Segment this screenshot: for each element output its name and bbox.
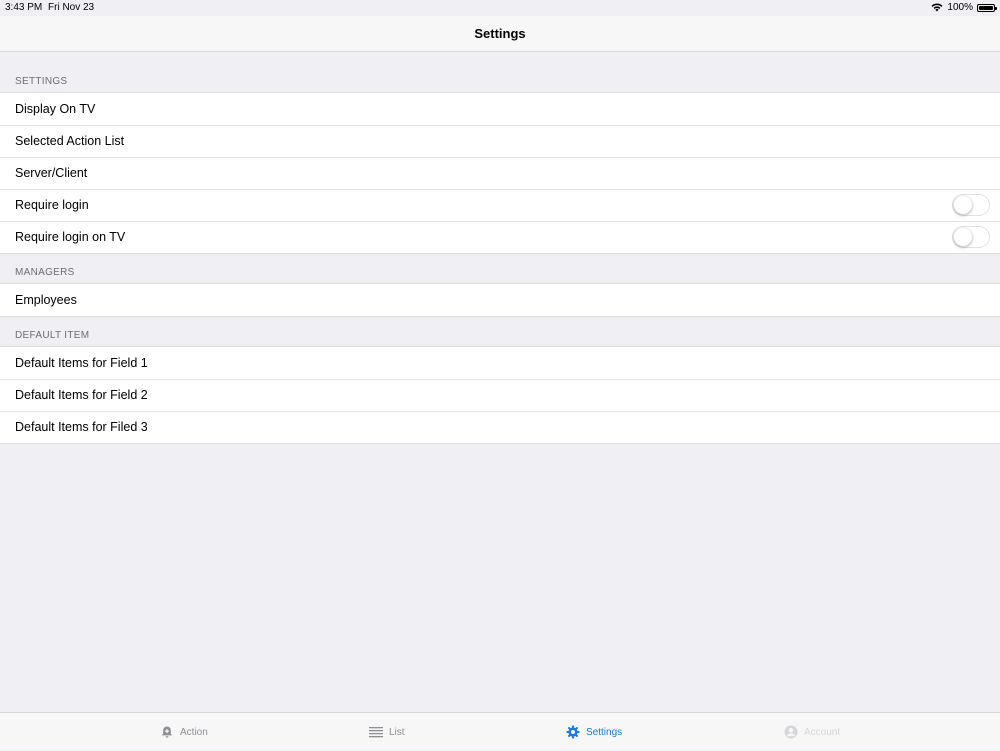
battery-icon: [977, 3, 997, 12]
require-login-toggle[interactable]: [952, 194, 990, 216]
row-employees[interactable]: Employees: [0, 284, 1000, 316]
toggle-knob: [954, 228, 972, 246]
section-header-managers: MANAGERS: [15, 267, 75, 278]
row-label: Default Items for Field 2: [15, 388, 148, 402]
row-display-on-tv[interactable]: Display On TV: [0, 93, 1000, 125]
toggle-knob: [954, 196, 972, 214]
status-date: Fri Nov 23: [48, 2, 95, 13]
tab-bar: Action List Settings Account: [0, 712, 1000, 750]
bell-plus-icon: [161, 726, 173, 738]
settings-table: SETTINGS Display On TV Selected Action L…: [0, 52, 1000, 444]
page-title: Settings: [474, 26, 526, 41]
default-item-group: Default Items for Field 1 Default Items …: [0, 346, 1000, 444]
row-server-client[interactable]: Server/Client: [0, 157, 1000, 189]
require-login-tv-toggle[interactable]: [952, 226, 990, 248]
tab-account[interactable]: Account: [784, 713, 840, 751]
status-bar: 3:43 PM Fri Nov 23 100%: [0, 0, 1000, 16]
row-selected-action-list[interactable]: Selected Action List: [0, 125, 1000, 157]
settings-group: Display On TV Selected Action List Serve…: [0, 92, 1000, 254]
status-right: 100%: [931, 2, 997, 13]
section-header-settings: SETTINGS: [15, 76, 68, 87]
row-default-items-field-3[interactable]: Default Items for Filed 3: [0, 411, 1000, 443]
list-icon: [369, 727, 383, 738]
row-label: Default Items for Field 1: [15, 356, 148, 370]
tab-label: Action: [180, 726, 208, 738]
row-label: Display On TV: [15, 102, 96, 116]
gear-icon: [566, 725, 580, 739]
tab-settings[interactable]: Settings: [566, 713, 622, 751]
status-time: 3:43 PM: [5, 2, 43, 13]
row-label: Server/Client: [15, 166, 88, 180]
section-header-default-item: DEFAULT ITEM: [15, 330, 90, 341]
tab-label: Account: [804, 726, 841, 738]
row-label: Require login: [15, 198, 89, 212]
row-label: Default Items for Filed 3: [15, 420, 148, 434]
row-require-login-on-tv: Require login on TV: [0, 221, 1000, 253]
tab-list[interactable]: List: [369, 713, 405, 751]
row-label: Selected Action List: [15, 134, 125, 148]
managers-group: Employees: [0, 283, 1000, 317]
tab-action[interactable]: Action: [160, 713, 208, 751]
row-label: Employees: [15, 293, 77, 307]
row-default-items-field-1[interactable]: Default Items for Field 1: [0, 347, 1000, 379]
row-label: Require login on TV: [15, 230, 126, 244]
tab-label: List: [389, 726, 405, 738]
row-require-login: Require login: [0, 189, 1000, 221]
row-default-items-field-2[interactable]: Default Items for Field 2: [0, 379, 1000, 411]
wifi-icon: [932, 3, 943, 12]
user-icon: [784, 725, 798, 739]
navigation-bar: Settings: [0, 16, 1000, 52]
battery-percent: 100%: [947, 2, 973, 13]
tab-label: Settings: [586, 726, 623, 738]
